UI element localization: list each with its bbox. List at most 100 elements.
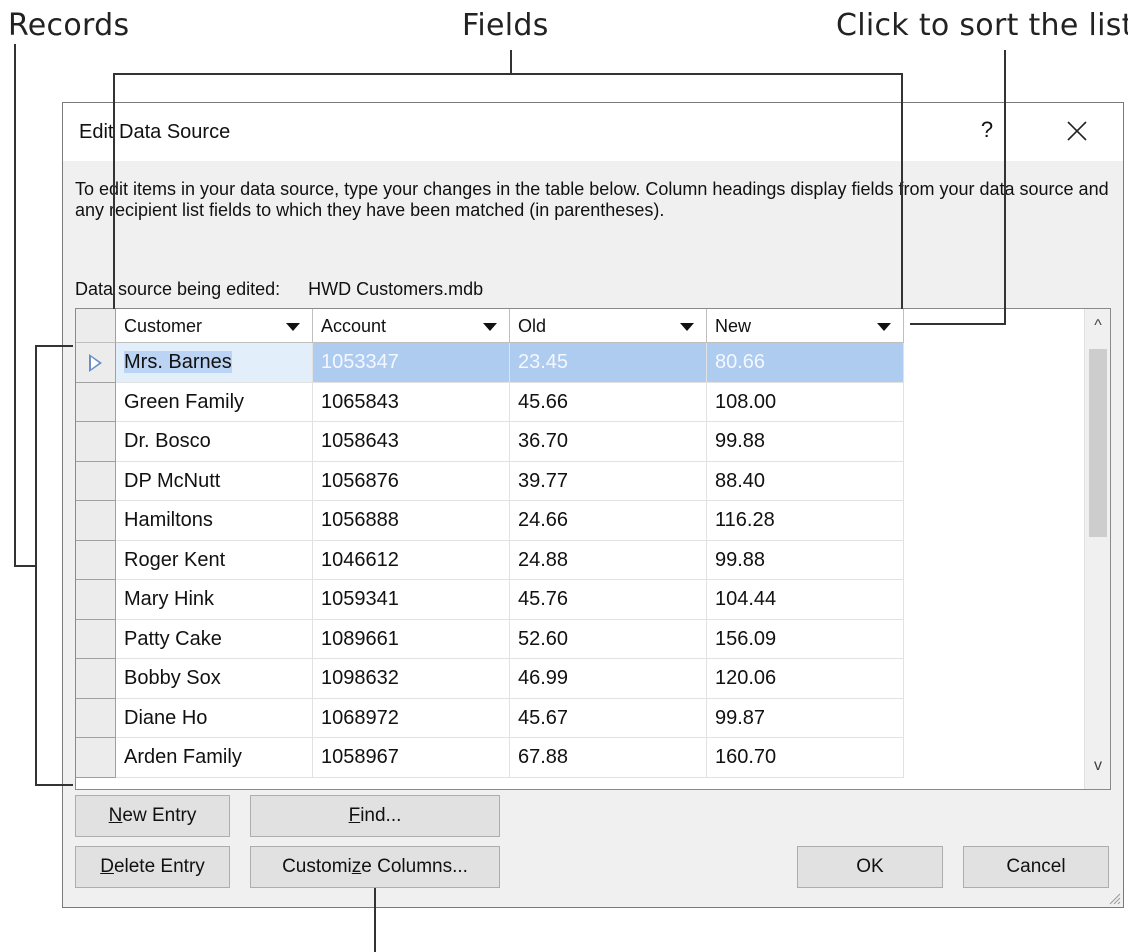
cell-account[interactable]: 1056876	[313, 461, 510, 501]
instructions-text: To edit items in your data source, type …	[75, 179, 1109, 220]
cell-customer[interactable]: Bobby Sox	[116, 659, 313, 699]
column-header-new[interactable]: New	[707, 309, 904, 343]
cell-account[interactable]: 1053347	[313, 343, 510, 383]
table-row[interactable]: Mary Hink 1059341 45.76 104.44	[76, 580, 904, 620]
row-selector[interactable]	[76, 382, 116, 422]
cell-new[interactable]: 99.87	[707, 698, 904, 738]
cell-new[interactable]: 99.88	[707, 540, 904, 580]
cell-customer[interactable]: DP McNutt	[116, 461, 313, 501]
row-selector[interactable]	[76, 619, 116, 659]
vertical-scrollbar[interactable]: ^ v	[1084, 309, 1110, 789]
cell-new[interactable]: 104.44	[707, 580, 904, 620]
cell-new[interactable]: 108.00	[707, 382, 904, 422]
row-selector[interactable]	[76, 580, 116, 620]
records-bracket	[35, 345, 37, 785]
cell-new[interactable]: 156.09	[707, 619, 904, 659]
callout-records: Records	[8, 8, 130, 43]
row-selector[interactable]	[76, 698, 116, 738]
scroll-down-icon[interactable]: v	[1085, 757, 1110, 783]
customize-columns-button[interactable]: Customize Columns...	[250, 846, 500, 888]
resize-grip-icon[interactable]	[1107, 891, 1121, 905]
cell-customer[interactable]: Diane Ho	[116, 698, 313, 738]
new-entry-button[interactable]: New Entry	[75, 795, 230, 837]
cell-account[interactable]: 1058643	[313, 422, 510, 462]
cell-old[interactable]: 23.45	[510, 343, 707, 383]
find-button[interactable]: Find...	[250, 795, 500, 837]
grid-header: Customer Account Old New	[76, 309, 904, 343]
row-selector[interactable]	[76, 659, 116, 699]
ok-button[interactable]: OK	[797, 846, 943, 888]
row-selector[interactable]	[76, 422, 116, 462]
cancel-button[interactable]: Cancel	[963, 846, 1109, 888]
cell-customer[interactable]: Roger Kent	[116, 540, 313, 580]
column-header-label: Old	[518, 316, 547, 336]
table-row[interactable]: DP McNutt 1056876 39.77 88.40	[76, 461, 904, 501]
cell-customer[interactable]: Green Family	[116, 382, 313, 422]
cell-account[interactable]: 1098632	[313, 659, 510, 699]
table-row[interactable]: Dr. Bosco 1058643 36.70 99.88	[76, 422, 904, 462]
delete-entry-button[interactable]: Delete Entry	[75, 846, 230, 888]
current-row-icon	[89, 354, 102, 372]
table-row[interactable]: Roger Kent 1046612 24.88 99.88	[76, 540, 904, 580]
cell-new[interactable]: 160.70	[707, 738, 904, 778]
cell-old[interactable]: 24.88	[510, 540, 707, 580]
row-selector[interactable]	[76, 343, 116, 383]
column-header-customer[interactable]: Customer	[116, 309, 313, 343]
cell-customer[interactable]: Mrs. Barnes	[116, 343, 313, 383]
cell-customer[interactable]: Dr. Bosco	[116, 422, 313, 462]
cell-account[interactable]: 1046612	[313, 540, 510, 580]
cell-old[interactable]: 46.99	[510, 659, 707, 699]
cell-customer[interactable]: Mary Hink	[116, 580, 313, 620]
row-selector[interactable]	[76, 738, 116, 778]
cell-account[interactable]: 1058967	[313, 738, 510, 778]
table-row[interactable]: Bobby Sox 1098632 46.99 120.06	[76, 659, 904, 699]
cell-old[interactable]: 45.66	[510, 382, 707, 422]
scroll-thumb[interactable]	[1089, 349, 1107, 537]
cell-account[interactable]: 1065843	[313, 382, 510, 422]
help-button[interactable]: ?	[977, 117, 997, 143]
row-selector[interactable]	[76, 540, 116, 580]
close-button[interactable]	[1059, 113, 1095, 149]
close-icon	[1067, 121, 1087, 141]
cell-old[interactable]: 45.67	[510, 698, 707, 738]
dropdown-arrow-icon[interactable]	[286, 323, 300, 331]
cell-old[interactable]: 36.70	[510, 422, 707, 462]
table-row[interactable]: Mrs. Barnes 1053347 23.45 80.66	[76, 343, 904, 383]
table-row[interactable]: Green Family 1065843 45.66 108.00	[76, 382, 904, 422]
table-row[interactable]: Patty Cake 1089661 52.60 156.09	[76, 619, 904, 659]
row-selector[interactable]	[76, 501, 116, 541]
data-grid[interactable]: Customer Account Old New Mrs. Barnes 105…	[75, 308, 1111, 790]
cell-new[interactable]: 120.06	[707, 659, 904, 699]
cell-new[interactable]: 88.40	[707, 461, 904, 501]
cell-old[interactable]: 24.66	[510, 501, 707, 541]
records-leader-line	[14, 565, 36, 567]
table-row[interactable]: Arden Family 1058967 67.88 160.70	[76, 738, 904, 778]
table-row[interactable]: Diane Ho 1068972 45.67 99.87	[76, 698, 904, 738]
cell-account[interactable]: 1056888	[313, 501, 510, 541]
cell-new[interactable]: 116.28	[707, 501, 904, 541]
cell-customer[interactable]: Patty Cake	[116, 619, 313, 659]
row-selector[interactable]	[76, 461, 116, 501]
dropdown-arrow-icon[interactable]	[877, 323, 891, 331]
table-row[interactable]: Hamiltons 1056888 24.66 116.28	[76, 501, 904, 541]
cell-old[interactable]: 39.77	[510, 461, 707, 501]
cell-account[interactable]: 1089661	[313, 619, 510, 659]
cell-old[interactable]: 45.76	[510, 580, 707, 620]
button-label: elete Entry	[113, 856, 205, 877]
cell-new[interactable]: 99.88	[707, 422, 904, 462]
scroll-up-icon[interactable]: ^	[1085, 317, 1110, 343]
select-all-corner[interactable]	[76, 309, 116, 343]
dropdown-arrow-icon[interactable]	[483, 323, 497, 331]
cell-account[interactable]: 1068972	[313, 698, 510, 738]
callout-fields: Fields	[462, 8, 549, 43]
cell-customer[interactable]: Arden Family	[116, 738, 313, 778]
cell-account[interactable]: 1059341	[313, 580, 510, 620]
cell-old[interactable]: 52.60	[510, 619, 707, 659]
column-header-old[interactable]: Old	[510, 309, 707, 343]
column-header-label: New	[715, 316, 752, 336]
column-header-account[interactable]: Account	[313, 309, 510, 343]
cell-customer[interactable]: Hamiltons	[116, 501, 313, 541]
cell-new[interactable]: 80.66	[707, 343, 904, 383]
cell-old[interactable]: 67.88	[510, 738, 707, 778]
dropdown-arrow-icon[interactable]	[680, 323, 694, 331]
